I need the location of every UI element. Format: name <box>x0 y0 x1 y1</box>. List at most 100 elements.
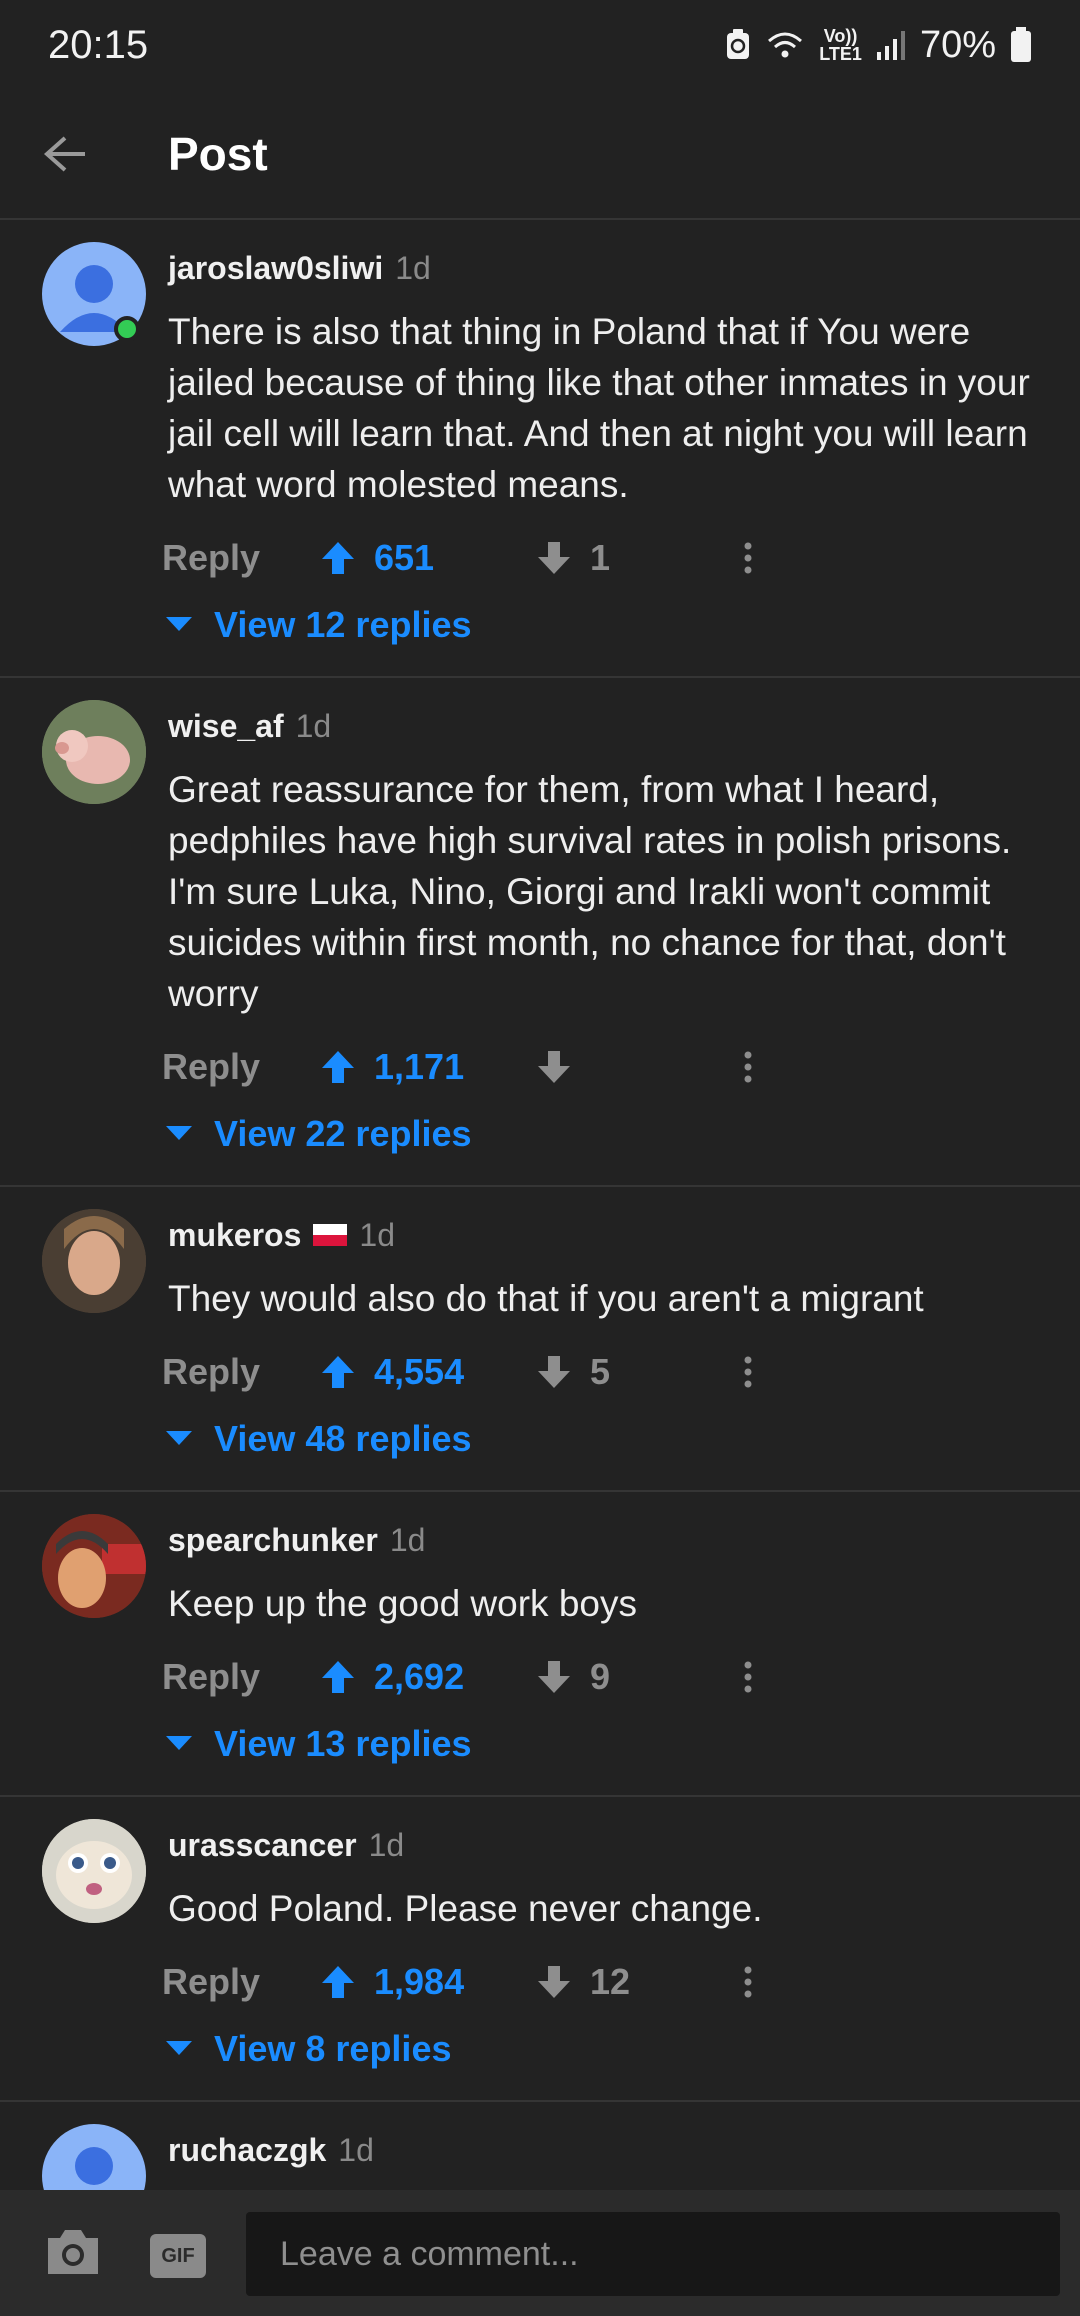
comment-actions: Reply 1,984 12 <box>162 1952 752 2012</box>
volte-indicator: Vo)) LTE1 <box>819 26 862 64</box>
avatar[interactable] <box>42 2124 146 2190</box>
downvote-count: 12 <box>590 1961 631 2002</box>
view-replies-button[interactable]: View 13 replies <box>166 1723 472 1765</box>
comment-body: Great reassurance for them, from what I … <box>168 769 1012 1014</box>
comment-item: spearchunker 1d Keep up the good work bo… <box>0 1492 1080 1797</box>
comment-header: wise_af 1d <box>168 708 331 745</box>
more-options-icon[interactable] <box>742 1661 754 1693</box>
view-replies-label: View 8 replies <box>214 2028 452 2069</box>
more-options-icon[interactable] <box>742 1966 754 1998</box>
upvote-count: 1,171 <box>374 1046 465 1087</box>
comment-username[interactable]: mukeros <box>168 1217 301 1254</box>
camera-icon[interactable] <box>44 2226 102 2278</box>
upvote-button[interactable]: 2,692 <box>320 1656 484 1698</box>
comment-item: mukeros 1d They would also do that if yo… <box>0 1187 1080 1492</box>
comment-input[interactable] <box>246 2212 1060 2296</box>
downvote-arrow-icon <box>538 1966 570 1998</box>
downvote-arrow-icon <box>538 542 570 574</box>
wifi-icon <box>768 32 803 58</box>
downvote-arrow-icon <box>538 1661 570 1693</box>
comment-age: 1d <box>295 708 332 744</box>
upvote-button[interactable]: 4,554 <box>320 1351 484 1393</box>
app-bar: Post <box>0 90 1080 220</box>
comment-item: jaroslaw0sliwi 1d There is also that thi… <box>0 220 1080 678</box>
caret-down-icon <box>166 2041 192 2055</box>
more-options-icon[interactable] <box>742 1356 754 1388</box>
comment-actions: Reply 651 1 <box>162 528 752 588</box>
upvote-button[interactable]: 1,984 <box>320 1961 484 2003</box>
comment-header: urasscancer 1d <box>168 1827 404 1864</box>
view-replies-button[interactable]: View 22 replies <box>166 1113 472 1155</box>
upvote-arrow-icon <box>322 1661 354 1693</box>
upvote-arrow-icon <box>322 1966 354 1998</box>
comment-username[interactable]: spearchunker <box>168 1522 378 1559</box>
downvote-button[interactable]: 12 <box>536 1961 630 2003</box>
back-button[interactable] <box>0 89 130 219</box>
view-replies-button[interactable]: View 12 replies <box>166 604 472 646</box>
reply-button[interactable]: Reply <box>162 1656 320 1698</box>
comment-body: Good Poland. Please never change. <box>168 1888 763 1929</box>
downvote-arrow-icon <box>538 1356 570 1388</box>
reply-button[interactable]: Reply <box>162 1046 320 1088</box>
more-options-icon[interactable] <box>742 1051 754 1083</box>
caret-down-icon <box>166 1736 192 1750</box>
upvote-button[interactable]: 651 <box>320 537 484 579</box>
status-time: 20:15 <box>48 22 149 67</box>
downvote-button[interactable]: 9 <box>536 1656 610 1698</box>
comment-username[interactable]: urasscancer <box>168 1827 357 1864</box>
comment-username[interactable]: ruchaczgk <box>168 2132 326 2169</box>
caret-down-icon <box>166 1126 192 1140</box>
upvote-count: 1,984 <box>374 1961 465 2002</box>
comment-item: ruchaczgk 1d <box>0 2102 1080 2190</box>
reply-button[interactable]: Reply <box>162 1351 320 1393</box>
comment-body: Keep up the good work boys <box>168 1583 637 1624</box>
comment-header: spearchunker 1d <box>168 1522 425 1559</box>
downvote-button[interactable] <box>536 1049 590 1085</box>
comment-composer: GIF <box>0 2190 1080 2316</box>
downvote-button[interactable]: 5 <box>536 1351 610 1393</box>
page-title: Post <box>168 128 268 180</box>
gif-button[interactable]: GIF <box>150 2234 206 2278</box>
upvote-count: 2,692 <box>374 1656 465 1697</box>
comment-item: urasscancer 1d Good Poland. Please never… <box>0 1797 1080 2102</box>
comment-list: jaroslaw0sliwi 1d There is also that thi… <box>0 220 1080 2190</box>
upvote-arrow-icon <box>322 542 354 574</box>
downvote-arrow-icon <box>538 1051 570 1083</box>
view-replies-button[interactable]: View 8 replies <box>166 2028 451 2070</box>
avatar[interactable] <box>42 1819 146 1923</box>
comment-age: 1d <box>395 250 431 286</box>
view-replies-button[interactable]: View 48 replies <box>166 1418 472 1460</box>
caret-down-icon <box>166 1431 192 1445</box>
upvote-count: 651 <box>374 537 435 578</box>
signal-icon <box>876 31 905 60</box>
reply-button[interactable]: Reply <box>162 537 320 579</box>
upvote-button[interactable]: 1,171 <box>320 1046 484 1088</box>
comment-actions: Reply 4,554 5 <box>162 1342 752 1402</box>
comment-age: 1d <box>368 1827 405 1863</box>
default-avatar-icon <box>75 2147 113 2185</box>
caret-down-icon <box>166 617 192 631</box>
comment-username[interactable]: wise_af <box>168 708 284 745</box>
battery-icon <box>1011 27 1031 62</box>
reply-button[interactable]: Reply <box>162 1961 320 2003</box>
online-indicator <box>114 316 140 342</box>
comment-body: There is also that thing in Poland that … <box>168 311 1030 505</box>
battery-percent: 70% <box>919 23 996 66</box>
comment-age: 1d <box>338 2132 374 2168</box>
upvote-count: 4,554 <box>374 1351 465 1392</box>
portrait-avatar-icon <box>42 1209 146 1313</box>
comment-header: ruchaczgk 1d <box>168 2132 374 2169</box>
comment-actions: Reply 1,171 <box>162 1037 752 1097</box>
downvote-button[interactable]: 1 <box>536 537 610 579</box>
downvote-count: 1 <box>590 537 611 578</box>
view-replies-label: View 48 replies <box>214 1418 472 1459</box>
downvote-count: 5 <box>590 1351 611 1392</box>
avatar[interactable] <box>42 1209 146 1313</box>
comment-username[interactable]: jaroslaw0sliwi <box>168 250 383 287</box>
more-options-icon[interactable] <box>742 542 754 574</box>
hamster-avatar-icon <box>42 1819 146 1923</box>
comment-item: wise_af 1d Great reassurance for them, f… <box>0 678 1080 1187</box>
comment-body: They would also do that if you aren't a … <box>168 1278 924 1319</box>
avatar[interactable] <box>42 700 146 804</box>
avatar[interactable] <box>42 1514 146 1618</box>
